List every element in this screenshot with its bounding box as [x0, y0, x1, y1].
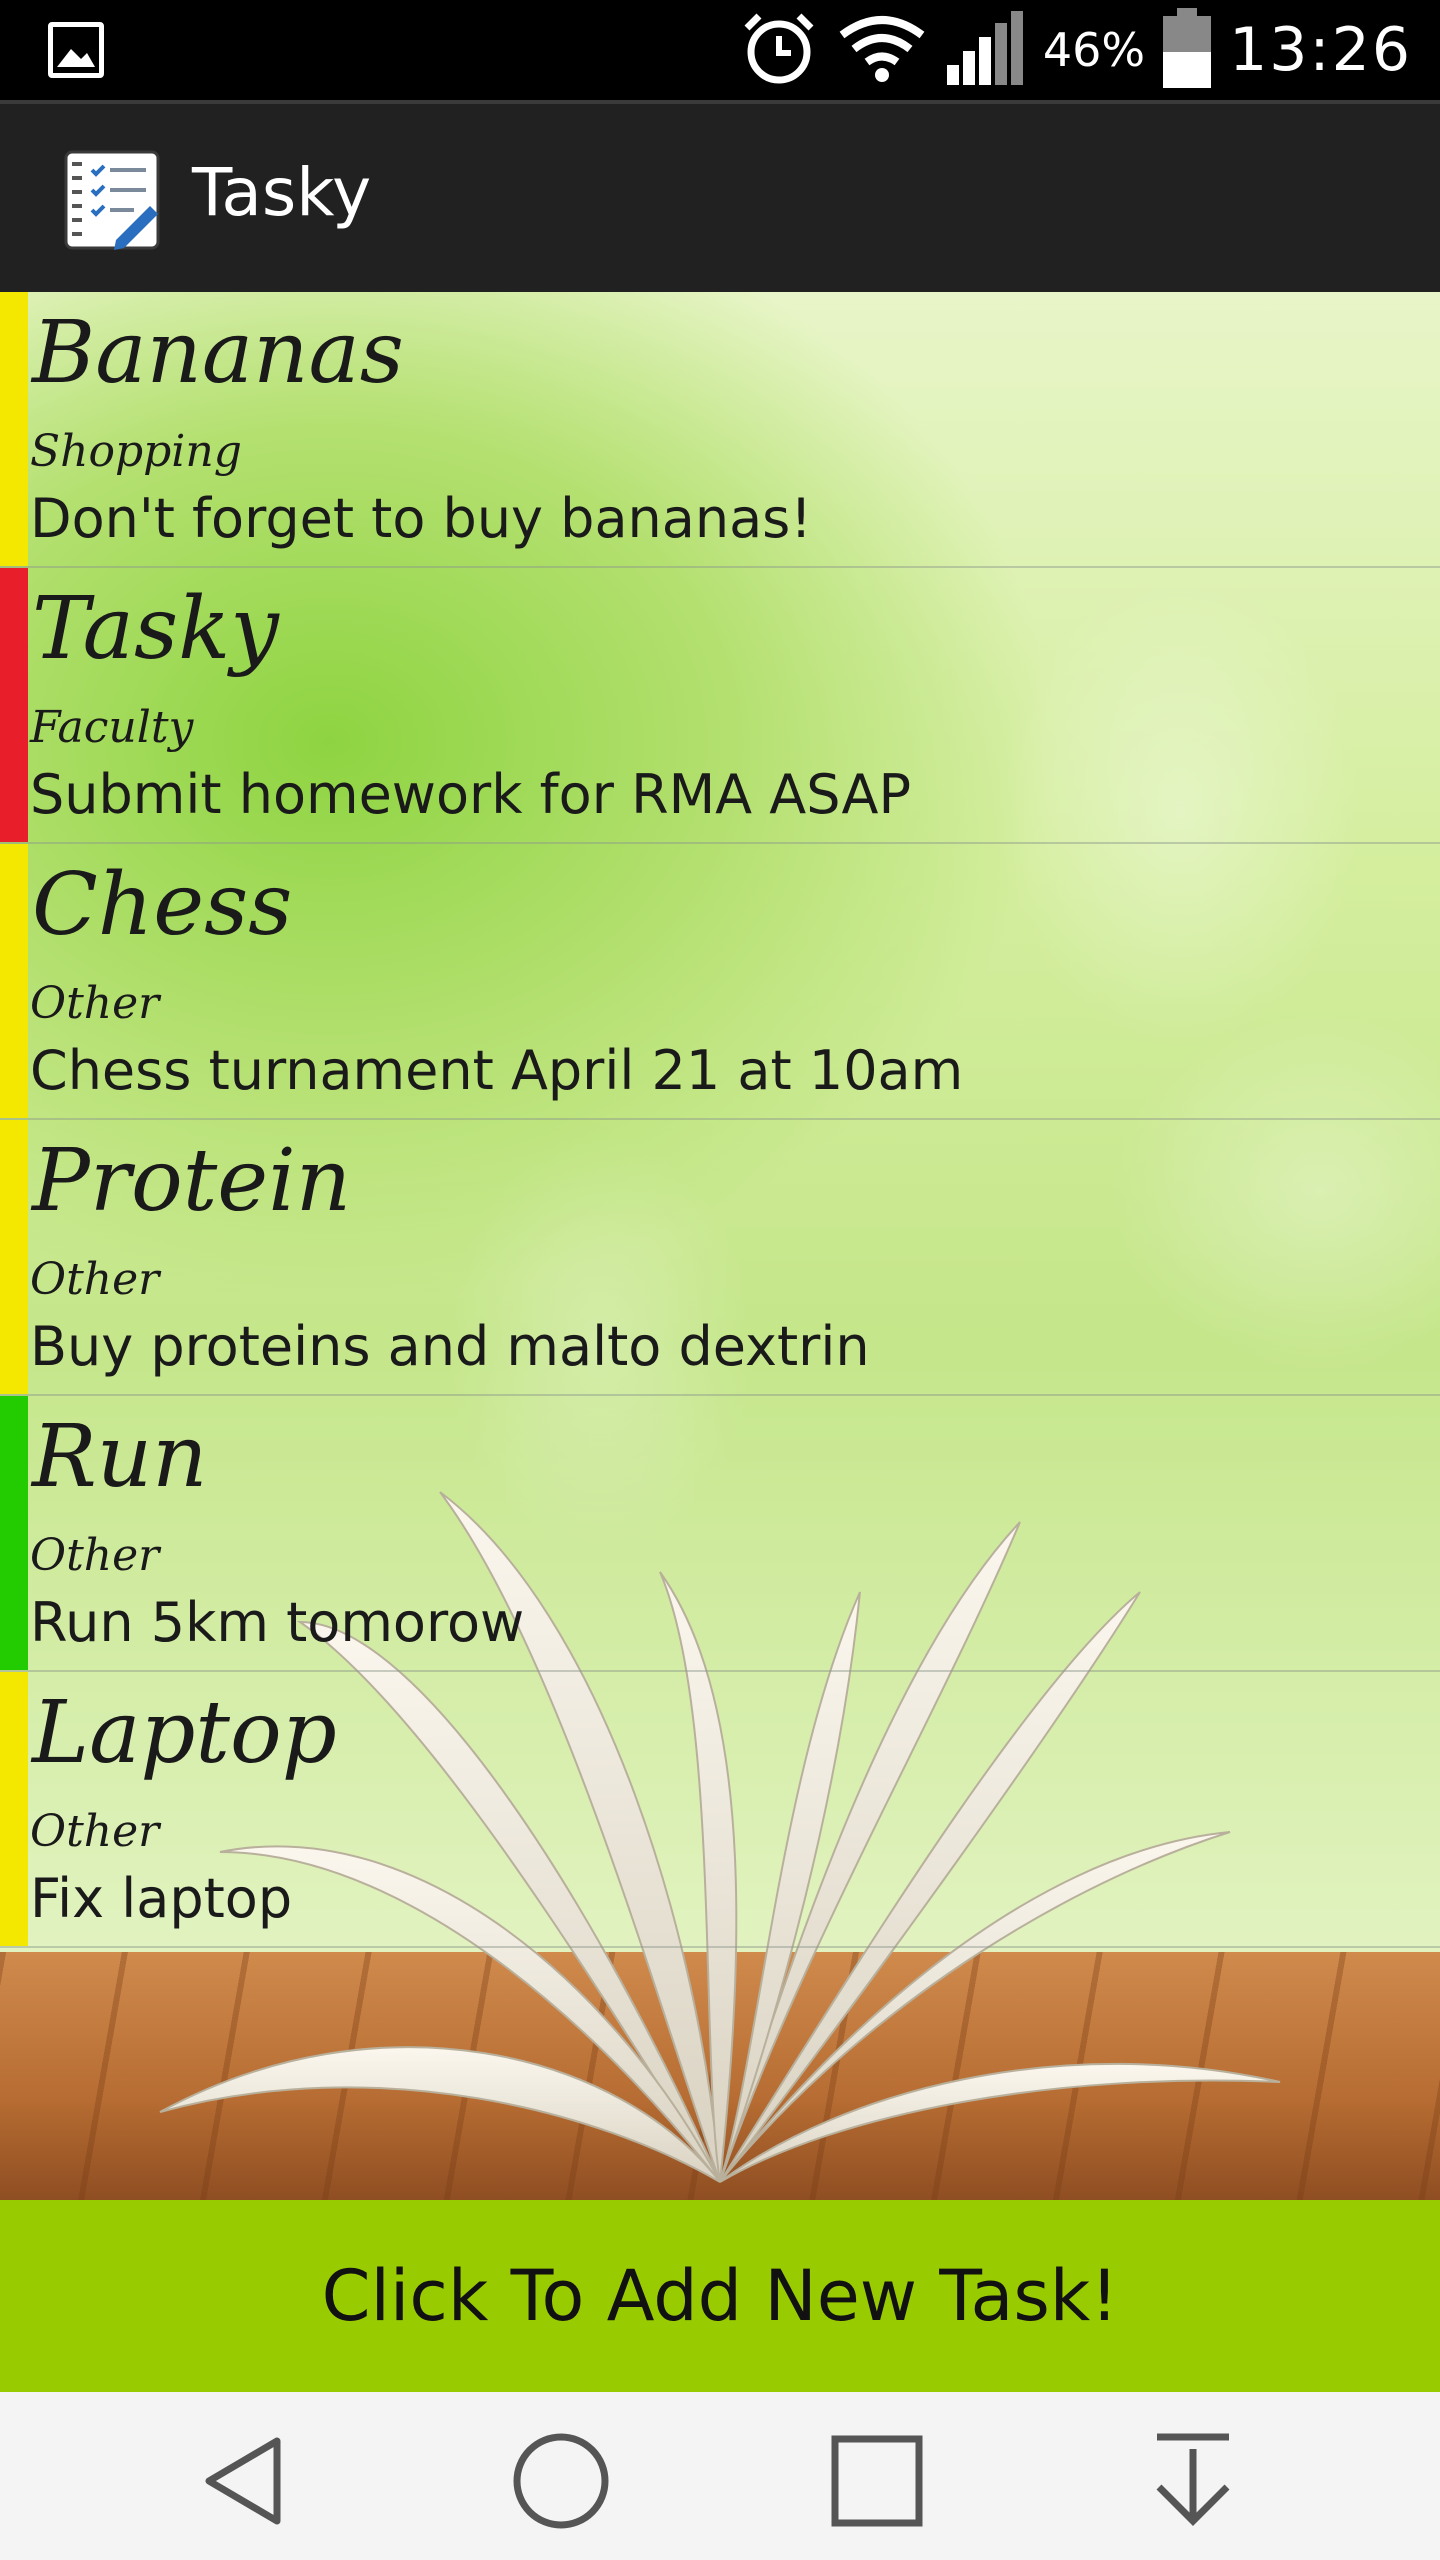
task-description: Submit homework for RMA ASAP	[30, 763, 912, 826]
priority-indicator	[0, 568, 28, 842]
app-bar: Tasky	[0, 100, 1440, 292]
task-category: Other	[30, 1254, 160, 1305]
priority-indicator	[0, 1396, 28, 1670]
task-list: Bananas Shopping Don't forget to buy ban…	[0, 292, 1440, 1948]
task-item[interactable]: Protein Other Buy proteins and malto dex…	[0, 1120, 1440, 1396]
task-title: Chess	[32, 855, 293, 955]
priority-indicator	[0, 1672, 28, 1946]
task-category: Other	[30, 978, 160, 1029]
alarm-icon	[739, 8, 819, 92]
task-item[interactable]: Bananas Shopping Don't forget to buy ban…	[0, 292, 1440, 568]
add-task-button-label: Click To Add New Task!	[321, 2255, 1119, 2337]
priority-indicator	[0, 844, 28, 1118]
battery-icon	[1163, 8, 1212, 92]
task-list-area[interactable]: Bananas Shopping Don't forget to buy ban…	[0, 292, 1440, 2200]
task-description: Don't forget to buy bananas!	[30, 487, 812, 550]
task-title: Bananas	[32, 303, 404, 403]
add-task-button[interactable]: Click To Add New Task!	[0, 2200, 1440, 2392]
recents-icon[interactable]	[822, 2426, 932, 2536]
app-title: Tasky	[192, 154, 372, 231]
wifi-icon	[837, 13, 927, 87]
task-title: Laptop	[32, 1683, 337, 1783]
notification-pull-icon[interactable]	[1138, 2426, 1248, 2536]
signal-icon	[945, 11, 1025, 89]
clock-time: 13:26	[1229, 15, 1412, 85]
task-category: Faculty	[30, 702, 194, 753]
task-title: Tasky	[32, 579, 279, 679]
battery-percent: 46%	[1042, 23, 1146, 77]
back-icon[interactable]	[190, 2426, 300, 2536]
task-description: Buy proteins and malto dextrin	[30, 1315, 870, 1378]
task-category: Other	[30, 1806, 160, 1857]
task-item[interactable]: Run Other Run 5km tomorow	[0, 1396, 1440, 1672]
priority-indicator	[0, 1120, 28, 1394]
navigation-bar	[0, 2392, 1440, 2560]
task-description: Run 5km tomorow	[30, 1591, 525, 1654]
task-item[interactable]: Chess Other Chess turnament April 21 at …	[0, 844, 1440, 1120]
task-category: Shopping	[30, 426, 242, 477]
priority-indicator	[0, 292, 28, 566]
home-icon[interactable]	[506, 2426, 616, 2536]
task-description: Chess turnament April 21 at 10am	[30, 1039, 964, 1102]
task-item[interactable]: Laptop Other Fix laptop	[0, 1672, 1440, 1948]
task-title: Run	[32, 1407, 208, 1507]
status-bar: 46% 13:26	[0, 0, 1440, 100]
task-description: Fix laptop	[30, 1867, 293, 1930]
task-title: Protein	[32, 1131, 352, 1231]
task-category: Other	[30, 1530, 160, 1581]
checklist-notebook-icon	[60, 148, 164, 252]
task-item[interactable]: Tasky Faculty Submit homework for RMA AS…	[0, 568, 1440, 844]
gallery-icon	[48, 22, 104, 78]
